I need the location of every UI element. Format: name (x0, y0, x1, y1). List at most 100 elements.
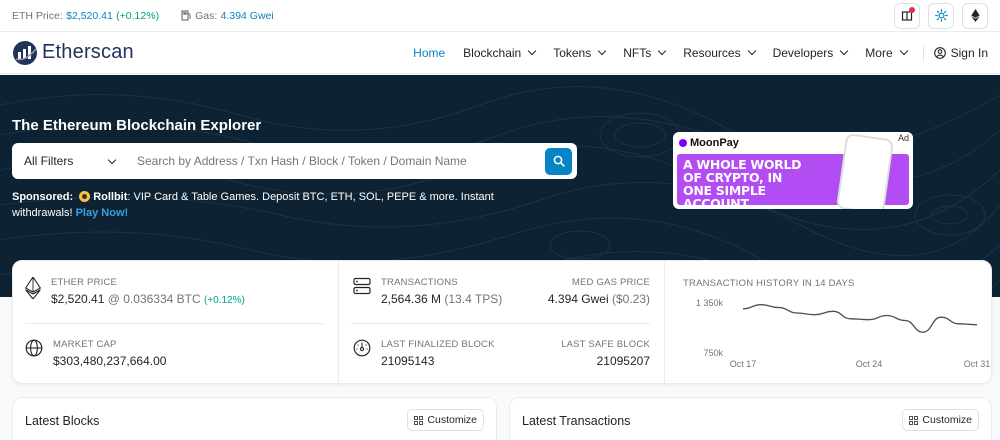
sponsor-cta-link[interactable]: Play Now! (76, 207, 129, 219)
chevron-down-icon (657, 46, 667, 56)
chart-x-tick: Oct 24 (856, 359, 883, 369)
nav-more[interactable]: More (865, 45, 908, 60)
last-safe-stat: LAST SAFE BLOCK 21095207 (561, 339, 650, 368)
ad-banner[interactable]: Ad MoonPay A WHOLE WORLD OF CRYPTO, IN O… (673, 132, 913, 209)
last-finalized-value[interactable]: 21095143 (381, 354, 495, 368)
grid-icon (909, 415, 919, 425)
med-gas-label: MED GAS PRICE (571, 277, 650, 288)
logo-text: Etherscan (42, 41, 134, 63)
nav-blockchain-label: Blockchain (463, 45, 522, 60)
med-gas-stat: MED GAS PRICE 4.394 Gwei ($0.23) (548, 277, 650, 306)
chart-x-tick: Oct 31 (964, 359, 991, 369)
latest-blocks-card: Latest Blocks Customize (12, 397, 497, 440)
transactions-value-row: 2,564.36 M (13.4 TPS) (381, 292, 502, 306)
chart-y-tick: 1 350k (696, 298, 724, 308)
ethereum-icon (25, 277, 41, 299)
gas-label: Gas: (195, 9, 218, 22)
nav-developers-label: Developers (772, 45, 834, 60)
chevron-down-icon (747, 46, 756, 56)
filter-dropdown[interactable]: All Filters (12, 154, 127, 168)
sign-in-label: Sign In (950, 45, 988, 60)
eth-price-label: ETH Price: (12, 9, 63, 22)
eth-price-change: (+0.12%) (116, 9, 160, 22)
ad-label: Ad (893, 132, 913, 144)
customize-transactions-button[interactable]: Customize (902, 409, 979, 431)
sign-in-link[interactable]: Sign In (933, 45, 988, 60)
notifications-button[interactable] (894, 2, 920, 29)
ad-brand: MoonPay (679, 137, 739, 149)
latest-transactions-title: Latest Transactions (522, 414, 631, 428)
customize-label: Customize (427, 414, 477, 426)
last-safe-label: LAST SAFE BLOCK (561, 339, 650, 350)
sponsored-label: Sponsored: (12, 191, 74, 203)
nav-resources[interactable]: Resources (683, 45, 756, 60)
nav-resources-label: Resources (683, 45, 741, 60)
gas-pump-icon (181, 10, 191, 21)
ad-body: A WHOLE WORLD OF CRYPTO, IN ONE SIMPLE A… (677, 133, 909, 209)
nav-blockchain[interactable]: Blockchain (463, 45, 537, 60)
chevron-down-icon (597, 46, 607, 56)
sponsor-name[interactable]: Rollbit (93, 191, 127, 203)
nav-menu: Home Blockchain Tokens NFTs Resources De… (395, 44, 988, 61)
gas-value[interactable]: 4.394 Gwei (221, 10, 274, 22)
theme-toggle-button[interactable] (928, 2, 954, 29)
market-cap-stat: MARKET CAP $303,480,237,664.00 (25, 339, 166, 368)
stats-column-2: TRANSACTIONS 2,564.36 M (13.4 TPS) MED G… (339, 261, 665, 385)
last-finalized-label: LAST FINALIZED BLOCK (381, 339, 495, 350)
last-finalized-stat: LAST FINALIZED BLOCK 21095143 (353, 339, 495, 368)
transactions-stat: TRANSACTIONS 2,564.36 M (13.4 TPS) (353, 277, 502, 306)
ether-price-btc: @ 0.036334 BTC (107, 292, 201, 306)
top-info-bar: ETH Price: $2,520.41 (+0.12%) Gas: 4.394… (0, 0, 1000, 32)
market-cap-label: MARKET CAP (53, 339, 117, 350)
chart-series-line (742, 304, 978, 333)
search-bar: All Filters (12, 143, 577, 179)
customize-label: Customize (922, 414, 972, 426)
eth-price-value[interactable]: $2,520.41 (66, 10, 113, 22)
med-gas-usd: ($0.23) (611, 292, 650, 306)
nav-home[interactable]: Home (413, 46, 445, 60)
rollbit-icon (79, 191, 91, 202)
search-input[interactable] (127, 154, 545, 168)
chart-x-tick: Oct 17 (730, 359, 757, 369)
filter-label: All Filters (24, 154, 74, 168)
etherscan-logo-icon (13, 40, 37, 65)
main-navbar: Etherscan Home Blockchain Tokens NFTs Re… (0, 32, 1000, 74)
moonpay-logo-icon (679, 139, 687, 147)
chevron-down-icon (899, 46, 908, 56)
nav-tokens[interactable]: Tokens (553, 45, 607, 60)
user-circle-icon (933, 46, 946, 59)
customize-blocks-button[interactable]: Customize (407, 409, 484, 431)
ether-price-value[interactable]: $2,520.41 (51, 292, 104, 306)
phone-image (835, 133, 895, 209)
transactions-tps: (13.4 TPS) (444, 292, 503, 306)
chevron-down-icon (527, 46, 537, 56)
search-button[interactable] (545, 147, 572, 175)
last-safe-value[interactable]: 21095207 (561, 354, 650, 368)
nav-more-label: More (865, 45, 893, 60)
nav-tokens-label: Tokens (553, 45, 592, 60)
market-cap-value: $303,480,237,664.00 (53, 354, 167, 368)
med-gas-value[interactable]: 4.394 Gwei (548, 292, 609, 306)
chart-y-tick: 750k (703, 348, 723, 358)
hero-title: The Ethereum Blockchain Explorer (12, 117, 262, 134)
stats-divider (25, 323, 324, 324)
nav-nfts[interactable]: NFTs (623, 45, 667, 60)
nav-nfts-label: NFTs (623, 45, 652, 60)
ether-price-stat: ETHER PRICE $2,520.41 @ 0.036334 BTC (+0… (25, 277, 245, 306)
sponsored-banner: Sponsored: Rollbit: VIP Card & Table Gam… (12, 189, 557, 221)
etherscan-logo[interactable]: Etherscan (12, 40, 134, 66)
globe-icon (25, 339, 43, 357)
nav-developers[interactable]: Developers (772, 45, 849, 60)
server-icon (353, 277, 371, 295)
transaction-history-chart: TRANSACTION HISTORY IN 14 DAYS 1 350k 750… (665, 261, 993, 385)
notification-dot (909, 6, 915, 13)
transactions-label: TRANSACTIONS (381, 277, 458, 288)
search-icon (553, 155, 565, 167)
ether-price-change: (+0.12%) (203, 295, 245, 306)
latest-blocks-title: Latest Blocks (25, 414, 100, 428)
ad-headline: A WHOLE WORLD OF CRYPTO, IN ONE SIMPLE A… (683, 157, 802, 209)
network-switch-button[interactable] (962, 2, 988, 29)
chevron-down-icon (107, 155, 117, 164)
transactions-value[interactable]: 2,564.36 M (381, 292, 441, 306)
med-gas-value-row: 4.394 Gwei ($0.23) (548, 292, 650, 306)
